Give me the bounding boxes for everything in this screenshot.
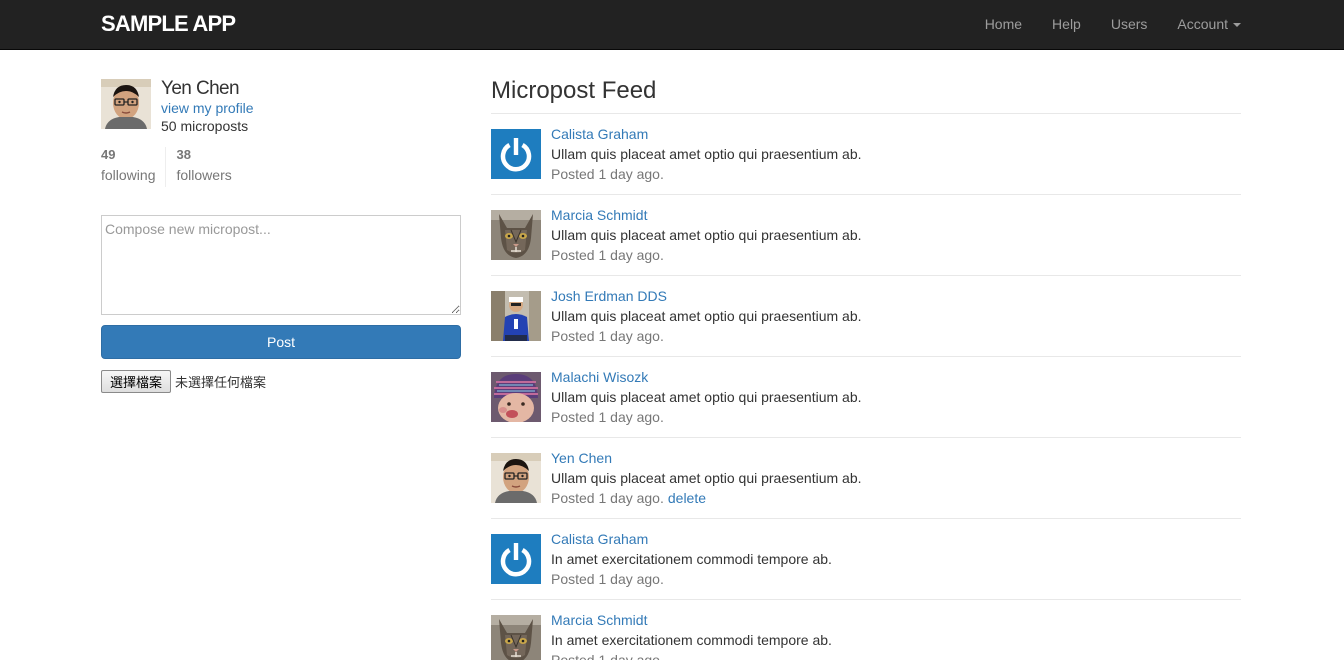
feed-content: Ullam quis placeat amet optio qui praese…	[551, 227, 862, 243]
user-name: Yen Chen	[161, 78, 240, 99]
file-upload: 選擇檔案 未選擇任何檔案	[101, 370, 266, 393]
following-label: following	[101, 167, 156, 183]
feed-content: In amet exercitationem commodi tempore a…	[551, 632, 832, 648]
top-navbar: SAMPLE APP Home Help Users Account	[0, 0, 1344, 50]
followers-count: 38	[176, 147, 191, 162]
avatar	[491, 372, 541, 422]
feed-list: Calista Graham Ullam quis placeat amet o…	[491, 114, 1241, 660]
list-item: Calista Graham In amet exercitationem co…	[491, 519, 1241, 600]
app-logo[interactable]: SAMPLE APP	[101, 11, 236, 37]
feed-timestamp: Posted 1 day ago.	[551, 166, 664, 182]
feed-timestamp: Posted 1 day ago.	[551, 652, 664, 660]
list-item: Yen Chen Ullam quis placeat amet optio q…	[491, 438, 1241, 519]
avatar	[491, 453, 541, 503]
feed-time-text: Posted 1 day ago.	[551, 490, 664, 506]
file-status: 未選擇任何檔案	[175, 376, 267, 391]
feed-timestamp: Posted 1 day ago.	[551, 247, 664, 263]
feed-user-link[interactable]: Malachi Wisozk	[551, 369, 648, 385]
avatar	[491, 291, 541, 341]
feed-user-link[interactable]: Calista Graham	[551, 126, 648, 142]
nav-users[interactable]: Users	[1096, 0, 1163, 50]
avatar	[491, 534, 541, 584]
feed-time-text: Posted 1 day ago.	[551, 328, 664, 344]
feed-time-text: Posted 1 day ago.	[551, 247, 664, 263]
list-item: Marcia Schmidt Ullam quis placeat amet o…	[491, 195, 1241, 276]
choose-file-button[interactable]: 選擇檔案	[101, 370, 172, 393]
nav-home[interactable]: Home	[970, 0, 1037, 50]
feed-time-text: Posted 1 day ago.	[551, 409, 664, 425]
feed-timestamp: Posted 1 day ago.	[551, 328, 664, 344]
avatar	[491, 129, 541, 179]
feed-content: In amet exercitationem commodi tempore a…	[551, 551, 832, 567]
followers-stat[interactable]: 38 followers	[165, 147, 241, 187]
feed-user-link[interactable]: Calista Graham	[551, 531, 648, 547]
compose-micropost-field[interactable]	[101, 215, 461, 315]
feed-user-link[interactable]: Josh Erdman DDS	[551, 288, 667, 304]
avatar	[101, 79, 151, 129]
nav-account-dropdown[interactable]: Account	[1162, 0, 1241, 50]
feed-user-link[interactable]: Marcia Schmidt	[551, 207, 647, 223]
main-nav: Home Help Users Account	[970, 0, 1241, 50]
feed-time-text: Posted 1 day ago.	[551, 571, 664, 587]
followers-label: followers	[176, 167, 232, 183]
sidebar: Yen Chen view my profile 50 microposts 4…	[101, 78, 461, 393]
list-item: Marcia Schmidt In amet exercitationem co…	[491, 600, 1241, 660]
feed-content: Ullam quis placeat amet optio qui praese…	[551, 470, 862, 486]
feed-timestamp: Posted 1 day ago.	[551, 409, 664, 425]
list-item: Malachi Wisozk Ullam quis placeat amet o…	[491, 357, 1241, 438]
feed-timestamp: Posted 1 day ago.	[551, 571, 664, 587]
feed-timestamp: Posted 1 day ago. delete	[551, 490, 706, 506]
follow-stats: 49 following 38 followers	[101, 147, 242, 187]
post-button[interactable]: Post	[101, 325, 461, 359]
micropost-count: 50 microposts	[161, 118, 249, 134]
delete-link[interactable]: delete	[668, 490, 706, 506]
feed-user-link[interactable]: Yen Chen	[551, 450, 612, 466]
feed-time-text: Posted 1 day ago.	[551, 166, 664, 182]
feed-content: Ullam quis placeat amet optio qui praese…	[551, 389, 862, 405]
avatar	[491, 615, 541, 660]
list-item: Josh Erdman DDS Ullam quis placeat amet …	[491, 276, 1241, 357]
feed-title: Micropost Feed	[491, 78, 1241, 114]
feed-content: Ullam quis placeat amet optio qui praese…	[551, 146, 862, 162]
list-item: Calista Graham Ullam quis placeat amet o…	[491, 114, 1241, 195]
caret-down-icon	[1233, 23, 1241, 28]
view-profile-link[interactable]: view my profile	[161, 100, 254, 116]
feed-content: Ullam quis placeat amet optio qui praese…	[551, 308, 862, 324]
micropost-feed: Micropost Feed Calista Graham Ullam quis…	[491, 78, 1241, 660]
following-count: 49	[101, 147, 116, 162]
user-info: Yen Chen view my profile 50 microposts	[101, 78, 461, 134]
feed-user-link[interactable]: Marcia Schmidt	[551, 612, 647, 628]
nav-help[interactable]: Help	[1037, 0, 1096, 50]
avatar	[491, 210, 541, 260]
following-stat[interactable]: 49 following	[101, 147, 165, 187]
feed-time-text: Posted 1 day ago.	[551, 652, 664, 660]
nav-account-label: Account	[1177, 16, 1228, 32]
